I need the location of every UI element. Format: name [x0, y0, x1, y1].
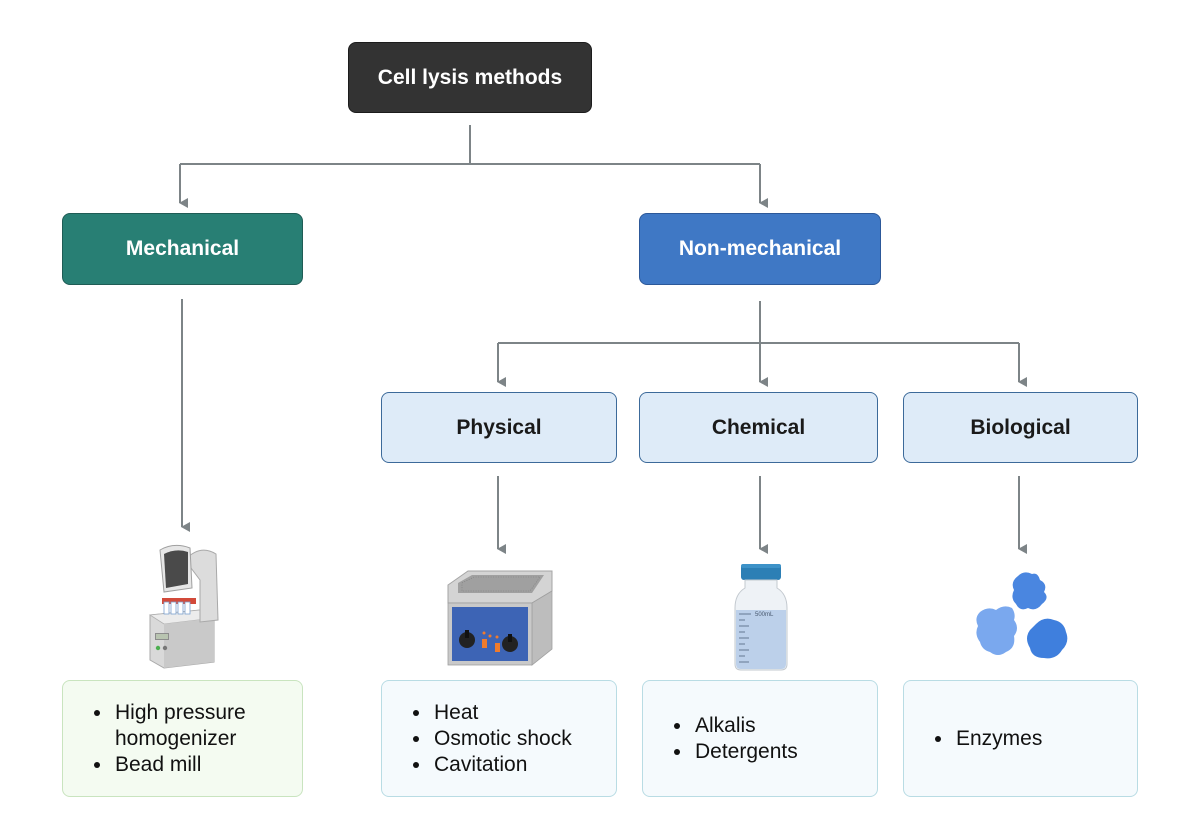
enzyme-protein-3	[1027, 618, 1068, 659]
mechanical-node-label: Mechanical	[125, 237, 240, 260]
biological-node: Biological	[903, 392, 1138, 463]
biological-methods-list: Enzymes	[903, 680, 1138, 797]
list-item: Bead mill	[113, 752, 275, 778]
list-item: Enzymes	[954, 726, 1042, 752]
homogenizer-illustration	[148, 544, 219, 669]
enzyme-protein-1	[1012, 572, 1047, 610]
non-mechanical-node-label: Non-mechanical	[678, 237, 842, 260]
list-item: Heat	[432, 700, 572, 726]
list-item: Detergents	[693, 739, 798, 765]
enzyme-protein-2	[976, 606, 1017, 655]
chemical-node: Chemical	[639, 392, 878, 463]
chemical-methods-list: Alkalis Detergents	[642, 680, 878, 797]
biological-node-label: Biological	[970, 415, 1071, 439]
bottle-volume-label: 500mL	[755, 612, 774, 618]
list-item: Osmotic shock	[432, 726, 572, 752]
physical-node-label: Physical	[456, 415, 542, 439]
physical-methods-list: Heat Osmotic shock Cavitation	[381, 680, 617, 797]
mechanical-methods-list: High pressure homogenizer Bead mill	[62, 680, 303, 797]
chemical-node-label: Chemical	[711, 415, 806, 439]
mechanical-node: Mechanical	[62, 213, 303, 285]
root-node-label: Cell lysis methods	[377, 65, 563, 89]
list-item: Alkalis	[693, 713, 798, 739]
list-item: Cavitation	[432, 752, 572, 778]
enzymes-illustration	[976, 572, 1068, 659]
list-item: High pressure homogenizer	[113, 700, 275, 752]
non-mechanical-node: Non-mechanical	[639, 213, 881, 285]
reagent-bottle-illustration: 500mL	[734, 564, 788, 671]
ultrasonic-bath-illustration	[447, 570, 553, 666]
physical-node: Physical	[381, 392, 617, 463]
root-node: Cell lysis methods	[348, 42, 592, 113]
